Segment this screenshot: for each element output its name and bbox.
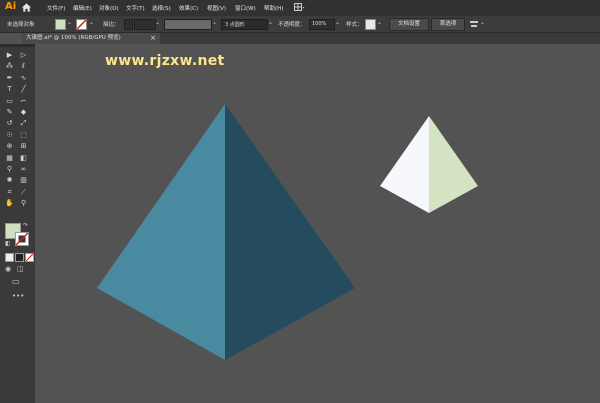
pencil-icon[interactable]: ✎ [5,108,14,117]
selection-status: 未选择对象 [7,22,35,28]
stroke-weight-input[interactable] [134,19,156,30]
menu-view[interactable]: 视图(V) [207,4,226,12]
stroke-weight-stepper[interactable] [124,19,133,30]
stroke-weight-dropdown-icon[interactable]: ⌄ [155,19,160,26]
curvature-tool-icon[interactable]: ∿ [19,74,28,83]
brush-dropdown-icon[interactable]: ⌄ [268,19,273,26]
stroke-none-swatch[interactable] [76,19,87,30]
graph-tool-icon[interactable]: ▥ [19,176,28,185]
menu-help[interactable]: 帮助(H) [264,4,283,12]
menu-window[interactable]: 窗口(W) [235,4,256,12]
stroke-dropdown-icon[interactable]: ⌄ [89,19,94,26]
menu-select[interactable]: 选择(S) [152,4,171,12]
style-label: 样式： [346,22,363,28]
align-icon[interactable] [469,19,479,29]
opacity-label[interactable]: 不透明度： [278,20,306,28]
default-colors-icon[interactable]: ◧ [5,240,11,247]
panel-grip[interactable] [0,44,35,47]
menu-edit[interactable]: 编辑(E) [73,4,92,12]
direct-selection-tool-icon[interactable]: ▷ [19,51,28,60]
document-tab[interactable]: 大锥图.ai* @ 100% (RGB/GPU 预览) × [22,33,160,44]
menu-type[interactable]: 文字(T) [126,4,145,12]
large-pyramid[interactable] [97,104,355,360]
stroke-color-swatch[interactable] [15,232,29,246]
document-setup-button[interactable]: 文档设置 [389,18,429,31]
draw-mode-icon[interactable]: ◉ [5,265,11,273]
selection-tool-icon[interactable]: ▶ [5,51,14,60]
menu-bar: Ai 文件(F) 编辑(E) 对象(O) 文字(T) 选择(S) 效果(C) 视… [0,0,600,16]
large-pyramid-right-face [225,104,355,360]
tools-panel: ▶ ▷ ⁂ ℓ ✒ ∿ T ╱ ▭ ⌐ ✎ ◆ ↺ ⤢ ☉ ⬚ ⊕ ⊞ ▦ ◧ ⚲ ∞ ✺ ▥ ⌗ ⟋ ✋ ⚲ ◧ ↷ ◉ ◫ ▭ •… [0,44,35,403]
brush-definition-label: 3 点圆形 [225,22,245,28]
align-dropdown-icon[interactable]: ⌄ [480,19,485,26]
opacity-dropdown-icon[interactable]: ⌄ [335,19,340,26]
graphic-style-swatch[interactable] [365,19,376,30]
control-bar: 未选择对象 ⌄ ⌄ 描边： ⌄ ⌄ 3 点圆形 ⌄ 不透明度： 100% ⌄ 样… [0,16,600,33]
variable-width-profile[interactable] [164,19,212,30]
mesh-tool-icon[interactable]: ▦ [5,154,14,163]
menu-object[interactable]: 对象(O) [99,4,119,12]
home-icon[interactable] [21,2,32,13]
warp-tool-icon[interactable]: ☉ [5,131,14,140]
menu-file[interactable]: 文件(F) [47,4,65,12]
swap-colors-icon[interactable]: ↷ [23,222,28,229]
gradient-mode-icon[interactable] [15,253,24,262]
draw-behind-icon[interactable]: ◫ [17,265,24,273]
watermark-text: www.rjzxw.net [105,53,225,69]
menu-effect[interactable]: 效果(C) [179,4,198,12]
style-dropdown-icon[interactable]: ⌄ [377,19,382,26]
none-mode-icon[interactable] [25,253,34,262]
color-mode-icon[interactable] [5,253,14,262]
line-tool-icon[interactable]: ╱ [19,85,28,94]
eyedropper-icon[interactable]: ⚲ [5,165,14,174]
lasso-icon[interactable]: ℓ [19,62,28,71]
large-pyramid-left-face [97,104,225,360]
blend-tool-icon[interactable]: ∞ [19,165,28,174]
paintbrush-icon[interactable]: ⌐ [19,97,28,106]
document-tab-title: 大锥图.ai* @ 100% (RGB/GPU 预览) [26,35,121,41]
hand-tool-icon[interactable]: ✋ [5,199,14,208]
canvas[interactable] [35,44,600,403]
rectangle-tool-icon[interactable]: ▭ [5,97,14,106]
rotate-tool-icon[interactable]: ↺ [5,119,14,128]
workspace-grid-icon[interactable] [294,3,305,13]
symbol-sprayer-icon[interactable]: ✺ [5,176,14,185]
zoom-tool-icon[interactable]: ⚲ [19,199,28,208]
eraser-icon[interactable]: ◆ [19,108,28,117]
shape-builder-icon[interactable]: ⊕ [5,142,14,151]
small-pyramid-right-face [429,116,478,213]
small-pyramid-left-face [380,116,429,213]
artboard-tool-icon[interactable]: ⌗ [5,188,14,197]
more-tools-icon[interactable]: ••• [12,292,24,300]
magic-wand-icon[interactable]: ⁂ [5,62,14,71]
small-pyramid[interactable] [380,116,478,213]
perspective-grid-icon[interactable]: ⊞ [19,142,28,151]
gradient-tool-icon[interactable]: ◧ [19,154,28,163]
slice-tool-icon[interactable]: ⟋ [19,188,28,197]
preferences-button[interactable]: 首选项 [431,18,465,31]
brush-definition-field[interactable]: 3 点圆形 [221,19,268,30]
tab-bar: 大锥图.ai* @ 100% (RGB/GPU 预览) × [22,33,600,44]
free-transform-icon[interactable]: ⬚ [19,131,28,140]
fill-swatch[interactable] [55,19,66,30]
screen-mode-icon[interactable]: ▭ [12,277,20,286]
profile-dropdown-icon[interactable]: ⌄ [212,19,217,26]
scale-tool-icon[interactable]: ⤢ [19,119,28,128]
stroke-label: 描边： [103,22,120,28]
fill-dropdown-icon[interactable]: ⌄ [67,19,72,26]
close-tab-icon[interactable]: × [150,33,156,44]
type-tool-icon[interactable]: T [5,85,14,94]
opacity-input[interactable]: 100% [309,19,335,30]
pen-tool-icon[interactable]: ✒ [5,74,14,83]
app-logo: Ai [5,1,17,12]
